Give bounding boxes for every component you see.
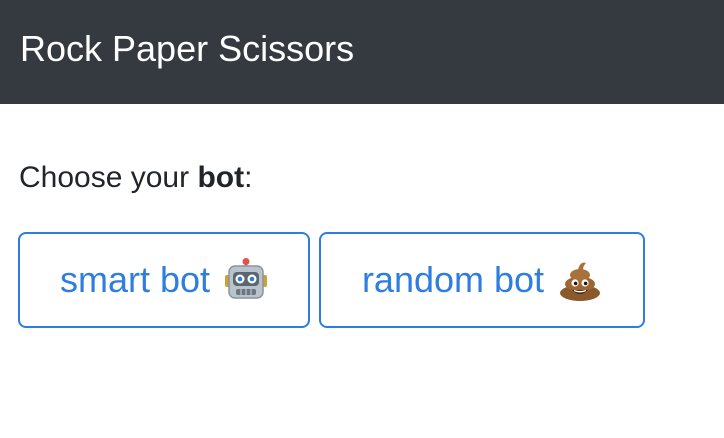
prompt-prefix: Choose your [19,161,198,194]
prompt-bold-word: bot [197,161,245,194]
smart-bot-button[interactable]: smart bot [18,232,310,328]
prompt-suffix: : [244,161,253,194]
robot-face-icon [224,258,268,302]
app-title: Rock Paper Scissors [20,28,355,69]
smart-bot-label: smart bot [59,259,211,300]
random-bot-button[interactable]: random bot [319,232,645,328]
navbar: Rock Paper Scissors [0,0,724,104]
pile-of-poo-icon [558,258,602,302]
bot-choice-prompt: Choose your bot: [19,160,252,196]
random-bot-label: random bot [361,259,545,300]
